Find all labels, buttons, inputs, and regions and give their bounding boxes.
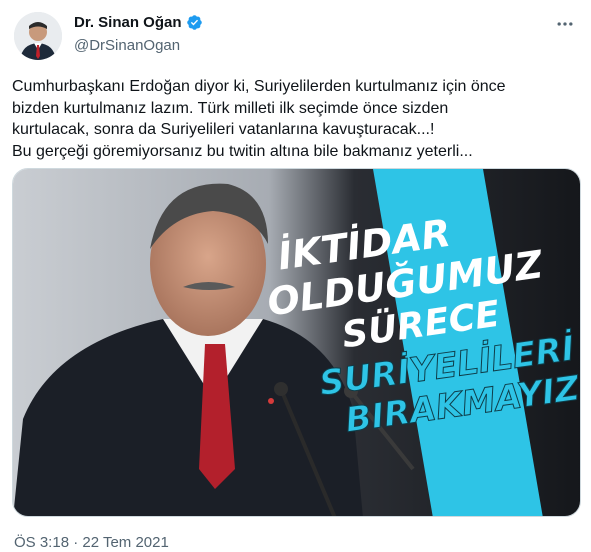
tweet-media-image[interactable]: İKTİDAR OLDUĞUMUZ SÜRECE SURİYELİLERİ BI…: [12, 168, 581, 517]
avatar-portrait: [14, 12, 62, 60]
more-options-button[interactable]: [553, 12, 577, 36]
media-illustration: İKTİDAR OLDUĞUMUZ SÜRECE SURİYELİLERİ BI…: [13, 169, 580, 516]
avatar[interactable]: [14, 12, 62, 60]
author-handle[interactable]: @DrSinanOgan: [74, 37, 180, 54]
author-name[interactable]: Dr. Sinan Oğan: [74, 14, 182, 31]
tweet-text-line: kurtulacak, sonra da Suriyelileri vatanl…: [12, 121, 435, 138]
tweet-text: Cumhurbaşkanı Erdoğan diyor ki, Suriyeli…: [12, 76, 578, 162]
tweet-text-line: Bu gerçeği göremiyorsanız bu twitin altı…: [12, 142, 473, 160]
more-horizontal-icon: [557, 22, 573, 26]
tweet-text-line: bizden kurtulmanız lazım. Türk milleti i…: [12, 99, 449, 117]
tweet-text-line: Cumhurbaşkanı Erdoğan diyor ki, Suriyeli…: [12, 78, 506, 95]
tweet-timestamp[interactable]: ÖS 3:18 · 22 Tem 2021: [14, 534, 169, 551]
verified-badge-icon: [186, 15, 202, 30]
